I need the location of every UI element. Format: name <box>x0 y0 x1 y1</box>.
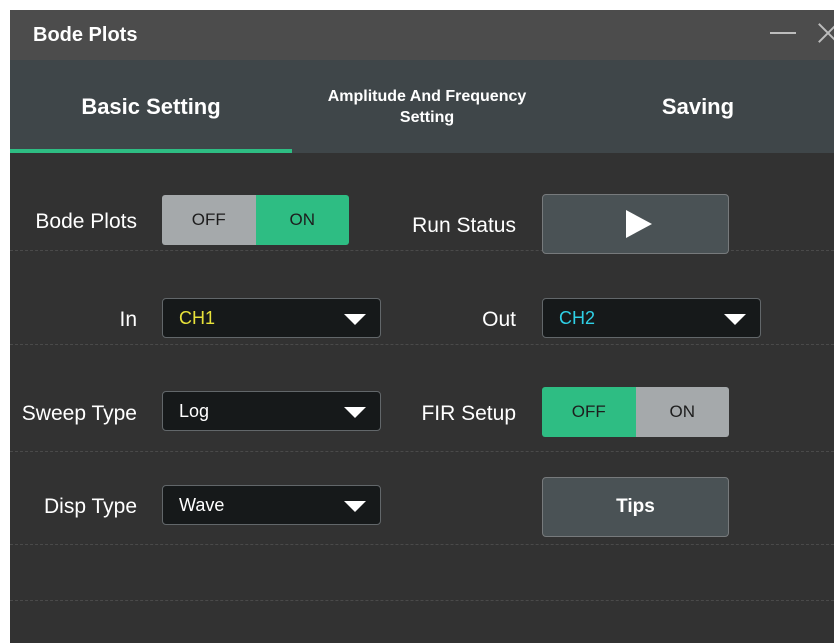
out-channel-dropdown[interactable]: CH2 <box>542 298 761 338</box>
bode-plots-window: Bode Plots Basic Setting Amplitude And F… <box>10 10 834 643</box>
active-tab-indicator <box>10 149 292 153</box>
out-channel-value: CH2 <box>559 308 596 328</box>
bode-plots-label: Bode Plots <box>35 210 137 233</box>
tab-label-line2: Setting <box>399 108 455 126</box>
tab-amplitude-and-frequency-setting[interactable]: Amplitude And Frequency Setting <box>292 60 562 153</box>
chevron-down-icon <box>344 407 366 418</box>
tab-bar: Basic Setting Amplitude And Frequency Se… <box>10 60 834 153</box>
chevron-down-icon <box>724 314 746 325</box>
row-separator <box>10 451 834 452</box>
in-channel-value: CH1 <box>179 308 216 328</box>
tips-button[interactable]: Tips <box>542 477 729 537</box>
fir-setup-toggle[interactable]: OFF ON <box>542 387 729 437</box>
play-icon <box>625 210 652 238</box>
minimize-icon[interactable] <box>770 32 796 34</box>
toggle-on[interactable]: ON <box>635 387 729 437</box>
row-separator <box>10 600 834 601</box>
in-channel-dropdown[interactable]: CH1 <box>162 298 381 338</box>
chevron-down-icon <box>344 501 366 512</box>
toggle-on[interactable]: ON <box>255 195 349 245</box>
disp-type-label: Disp Type <box>44 495 137 518</box>
window-title: Bode Plots <box>33 24 138 46</box>
sweep-type-value: Log <box>179 401 210 421</box>
sweep-type-label: Sweep Type <box>21 402 137 425</box>
run-status-button[interactable] <box>542 194 729 254</box>
disp-type-value: Wave <box>179 495 225 515</box>
toggle-off[interactable]: OFF <box>162 195 256 245</box>
close-icon[interactable] <box>816 20 834 46</box>
row-separator <box>10 344 834 345</box>
out-label: Out <box>482 308 516 331</box>
tab-saving[interactable]: Saving <box>562 60 834 153</box>
disp-type-dropdown[interactable]: Wave <box>162 485 381 525</box>
in-label: In <box>119 308 137 331</box>
tab-basic-setting[interactable]: Basic Setting <box>10 60 292 153</box>
sweep-type-dropdown[interactable]: Log <box>162 391 381 431</box>
chevron-down-icon <box>344 314 366 325</box>
bode-plots-toggle[interactable]: OFF ON <box>162 195 349 245</box>
title-bar: Bode Plots <box>10 10 834 60</box>
run-status-label: Run Status <box>412 214 516 237</box>
tab-label-line1: Amplitude And Frequency <box>327 87 527 105</box>
fir-setup-label: FIR Setup <box>421 402 516 425</box>
toggle-off[interactable]: OFF <box>542 387 636 437</box>
row-separator <box>10 544 834 545</box>
